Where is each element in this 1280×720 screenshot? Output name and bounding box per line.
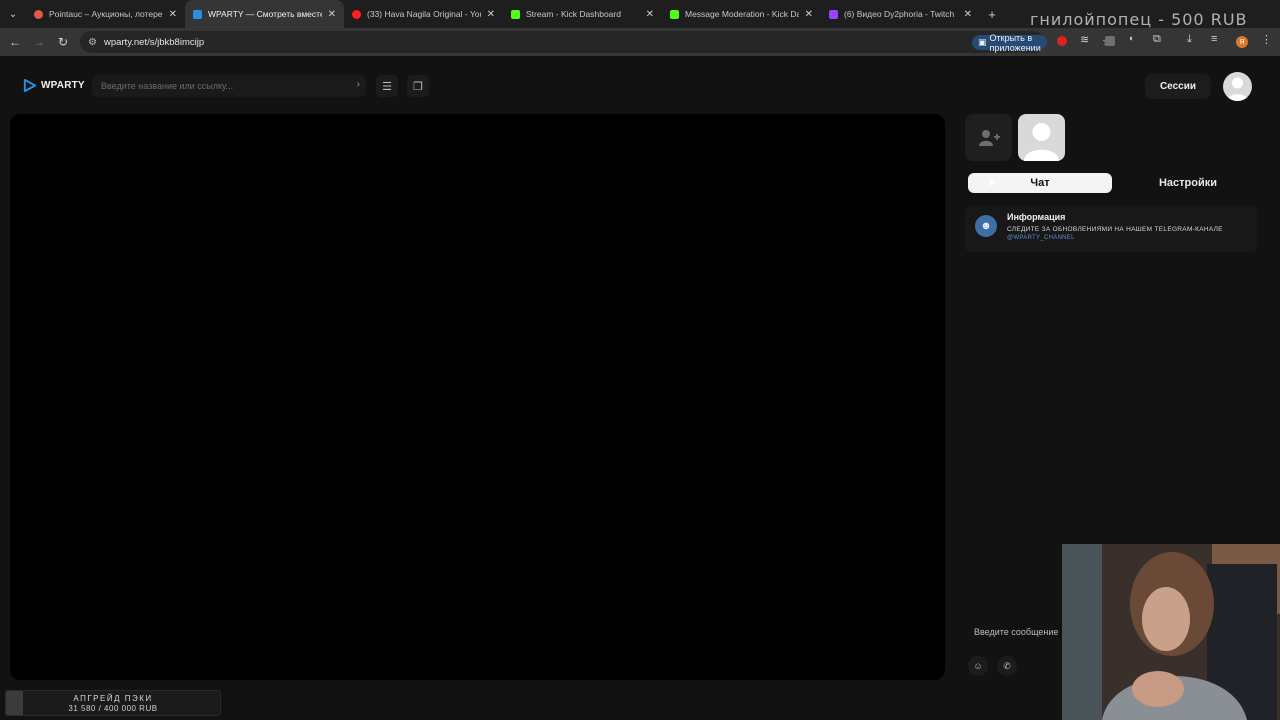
plus-icon: +: [988, 6, 996, 22]
youtube-favicon-icon: [352, 9, 361, 19]
message-text: СЛЕДИТЕ ЗА ОБНОВЛЕНИЯМИ НА НАШЕМ TELEGRA…: [1007, 226, 1223, 233]
browser-tab-active[interactable]: WPARTY — Смотреть вместе ✕: [185, 0, 344, 28]
wparty-page: WPARTY Введите название или ссылку... › …: [0, 56, 1280, 720]
close-icon[interactable]: ✕: [169, 9, 177, 20]
close-icon[interactable]: ✕: [646, 9, 654, 20]
kick-favicon-icon: [511, 9, 520, 19]
extension-icon[interactable]: [1105, 36, 1115, 46]
browser-tab[interactable]: (6) Видео Dy2phoria - Twitch ✕: [821, 0, 980, 28]
tab-title: Message Moderation - Kick Da: [685, 9, 799, 19]
invite-user-button[interactable]: [965, 114, 1012, 161]
more-vertical-icon[interactable]: ⋮: [1261, 33, 1272, 46]
browser-tab[interactable]: Stream - Kick Dashboard ✕: [503, 0, 662, 28]
tab-title: Stream - Kick Dashboard: [526, 9, 621, 19]
search-placeholder: Введите название или ссылку...: [101, 81, 234, 91]
play-logo-icon: [23, 78, 37, 93]
back-arrow-icon[interactable]: ←: [3, 35, 27, 49]
twitch-favicon-icon: [829, 9, 838, 19]
extension-icon[interactable]: [1057, 36, 1067, 46]
goal-progress-text: 31 580 / 400 000 RUB: [68, 704, 158, 713]
user-silhouette-icon: [1024, 123, 1059, 161]
close-icon[interactable]: ✕: [805, 9, 813, 20]
profile-avatar[interactable]: Я: [1236, 36, 1248, 48]
tab-title: Pointauc – Аукционы, лотереи: [49, 9, 163, 19]
mouse-cursor-icon: ➤: [987, 175, 998, 189]
brand-name: WPARTY: [41, 80, 85, 91]
open-external-icon: ▣: [978, 37, 987, 47]
tab-title: (6) Видео Dy2phoria - Twitch: [844, 9, 955, 19]
site-settings-icon[interactable]: ⚙: [88, 37, 97, 48]
tab-title: (33) Hava Nagila Original - You: [367, 9, 481, 19]
webcam-image: [1062, 544, 1280, 720]
extension-icon[interactable]: ◐: [1129, 33, 1134, 43]
panel-tabs: Чат Настройки: [965, 170, 1263, 196]
user-silhouette-icon: [1227, 77, 1248, 101]
close-icon[interactable]: ✕: [964, 9, 972, 20]
user-avatar[interactable]: [1223, 72, 1252, 101]
add-user-icon: [978, 129, 1000, 146]
puzzle-extensions-icon[interactable]: ⧉: [1153, 33, 1161, 46]
forward-arrow-icon[interactable]: →: [27, 35, 51, 49]
sessions-button[interactable]: Сессии: [1145, 74, 1211, 99]
reload-icon[interactable]: ↻: [51, 35, 75, 49]
chevron-right-icon[interactable]: ›: [357, 79, 360, 90]
address-bar[interactable]: ⚙ wparty.net/s/jbkb8imcijp ▣ Открыть в п…: [80, 31, 1112, 53]
browser-tab[interactable]: Message Moderation - Kick Da ✕: [662, 0, 821, 28]
list-icon: ☰: [382, 80, 392, 93]
call-button[interactable]: ✆: [997, 656, 1017, 676]
url-text: wparty.net/s/jbkb8imcijp: [103, 36, 205, 48]
chat-system-message: ☻ Информация СЛЕДИТЕ ЗА ОБНОВЛЕНИЯМИ НА …: [965, 206, 1257, 252]
close-icon[interactable]: ✕: [487, 9, 495, 20]
wparty-logo[interactable]: WPARTY: [22, 78, 85, 93]
media-control-icon[interactable]: ≡: [1211, 33, 1217, 45]
streamer-webcam-overlay: [1062, 544, 1280, 720]
tab-settings[interactable]: Настройки: [1115, 173, 1261, 193]
open-in-app-button[interactable]: ▣ Открыть в приложении: [972, 32, 1047, 53]
window-button[interactable]: ❐: [407, 75, 429, 97]
emoji-button[interactable]: ☺: [968, 656, 988, 676]
pointauc-favicon-icon: [34, 9, 43, 19]
open-in-app-label: Открыть в приложении: [989, 32, 1041, 53]
playlist-button[interactable]: ☰: [376, 75, 398, 97]
window-icon: ❐: [413, 80, 423, 93]
message-title: Информация: [1007, 212, 1066, 222]
wparty-favicon-icon: [193, 9, 202, 19]
chevron-down-icon: ⌄: [8, 8, 18, 20]
phone-icon: ✆: [1003, 660, 1011, 671]
new-tab-button[interactable]: +: [980, 7, 1004, 22]
telegram-channel-link[interactable]: @WPARTY_CHANNEL: [1007, 235, 1075, 241]
message-placeholder: Введите сообщение: [974, 627, 1059, 637]
download-icon[interactable]: ⤓: [1187, 33, 1192, 46]
tab-search-button[interactable]: ⌄: [0, 0, 26, 28]
tab-title: WPARTY — Смотреть вместе: [208, 9, 322, 19]
kick-favicon-icon: [670, 9, 679, 19]
browser-tab[interactable]: Pointauc – Аукционы, лотереи ✕: [26, 0, 185, 28]
emoji-icon: ☺: [973, 661, 983, 671]
video-search-input[interactable]: Введите название или ссылку... ›: [92, 75, 366, 97]
donation-goal-widget: АПГРЕЙД ПЭКИ 31 580 / 400 000 RUB: [5, 690, 221, 716]
database-extension-icon[interactable]: ≋: [1080, 33, 1089, 46]
browser-tab[interactable]: (33) Hava Nagila Original - You ✕: [344, 0, 503, 28]
close-icon[interactable]: ✕: [328, 9, 336, 20]
ghost-icon: ☻: [975, 215, 997, 237]
stream-donation-overlay: гнилойпопец - 500 RUB: [1030, 10, 1248, 29]
goal-title: АПГРЕЙД ПЭКИ: [73, 694, 153, 703]
video-player[interactable]: [10, 114, 945, 680]
participant-avatar[interactable]: [1018, 114, 1065, 161]
